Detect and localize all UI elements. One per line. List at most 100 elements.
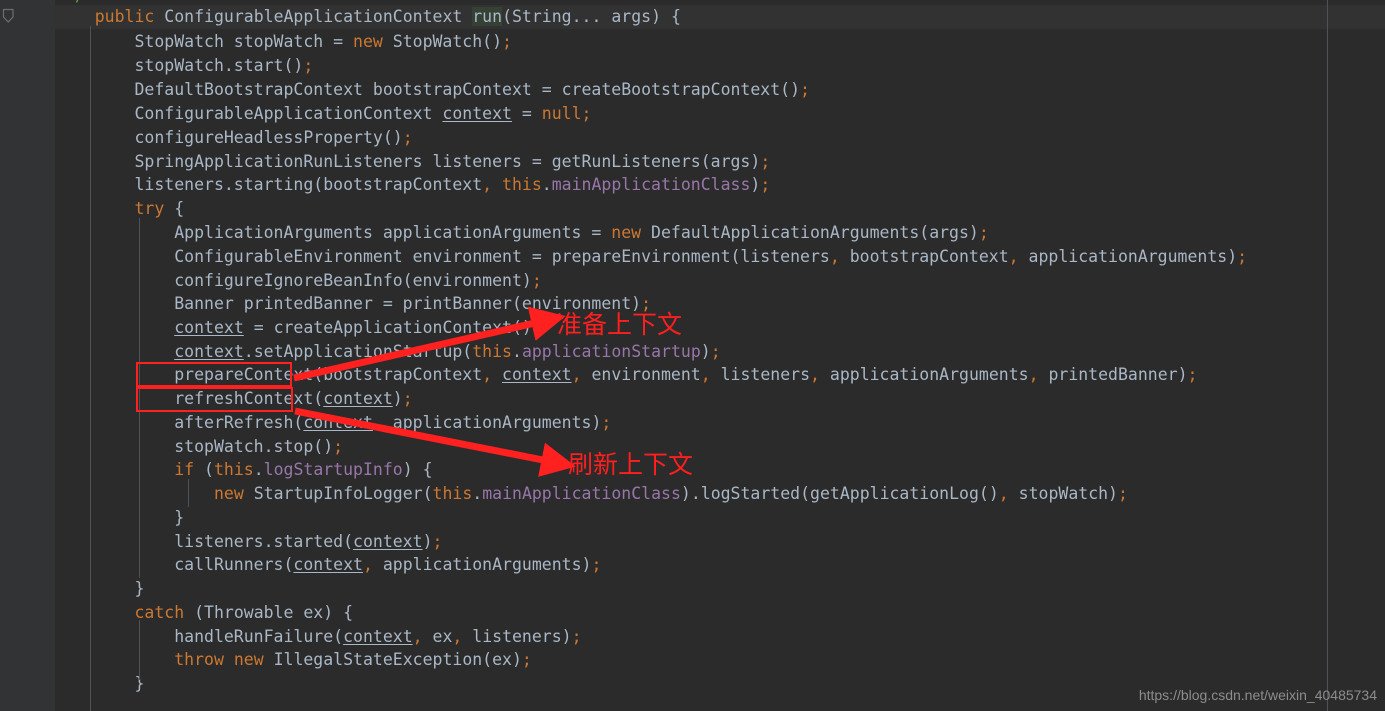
code-token: } [55,508,185,527]
code-token: this [502,175,542,194]
indent-guide [188,479,189,507]
code-token: = [511,104,542,123]
editor-gutter[interactable] [0,0,56,711]
code-token: context [442,104,512,123]
code-token: ; [710,342,721,361]
code-token: , [482,175,493,194]
code-content[interactable]: */ public ConfigurableApplicationContext… [55,0,1385,711]
code-line[interactable]: callRunners(context, applicationArgument… [55,553,601,577]
code-token: ; [531,318,542,337]
code-token: . [253,460,264,479]
code-token: listeners) [462,627,572,646]
code-line[interactable]: try { [55,197,184,221]
code-token: ; [402,128,413,147]
code-line[interactable]: SpringApplicationRunListeners listeners … [55,150,770,174]
code-token: SpringApplicationRunListeners listeners … [55,152,761,171]
code-token: , [571,365,582,384]
code-token: } [55,579,145,598]
code-token: ).logStarted(getApplicationLog() [680,484,999,503]
code-token: stopWatch) [1008,484,1118,503]
code-line[interactable]: context = createApplicationContext(); [55,316,542,340]
code-token: StopWatch stopWatch = [55,32,354,51]
code-token: ConfigurableEnvironment environment = pr… [55,247,830,266]
code-line[interactable]: ConfigurableEnvironment environment = pr… [55,245,1247,269]
code-line[interactable]: listeners.started(context); [55,530,442,554]
code-token: null [541,104,582,123]
code-token: environment [581,365,701,384]
code-token: DefaultBootstrapContext bootstrapContext… [55,80,801,99]
code-token: new [353,32,383,51]
code-token: { [164,199,185,218]
code-line[interactable]: public ConfigurableApplicationContext ru… [55,5,1385,29]
code-line[interactable]: ApplicationArguments applicationArgument… [55,221,989,245]
code-token: , [829,247,840,266]
watermark-text: https://blog.csdn.net/weixin_40485734 [1138,687,1377,703]
right-margin-guide [1327,0,1328,711]
code-line[interactable]: configureIgnoreBeanInfo(environment); [55,269,542,293]
refresh-context-highlight [136,387,293,412]
code-token: ; [1187,365,1198,384]
code-token: ; [601,413,612,432]
indent-guide [90,26,91,711]
code-line[interactable]: if (this.logStartupInfo) { [55,458,432,482]
code-token: ; [581,104,592,123]
code-token: ; [591,555,602,574]
code-token: applicationStartup [521,342,701,361]
code-token: configureIgnoreBeanInfo(environment) [55,271,532,290]
code-token: .setApplicationStartup( [243,342,473,361]
code-line[interactable]: handleRunFailure(context, ex, listeners)… [55,625,581,649]
code-token: printedBanner) [1038,365,1188,384]
code-token: , [810,365,820,384]
indent-guide [139,620,140,680]
code-token: , [998,484,1009,503]
code-token: context [323,389,393,408]
code-token: , [372,413,383,432]
code-token: ( [194,460,214,479]
code-token: this [432,484,473,503]
code-token: Banner printedBanner = printBanner(envir… [55,294,642,313]
code-line[interactable]: } [55,672,144,696]
code-token: ; [432,532,443,551]
code-token: ; [800,80,810,99]
code-token: ex [422,627,453,646]
code-token: context [293,555,363,574]
code-token: logStartupInfo [263,460,403,479]
code-line[interactable]: } [55,577,144,601]
code-token: StartupInfoLogger( [243,484,433,503]
code-line[interactable]: stopWatch.start(); [55,54,313,78]
code-line[interactable]: } [55,506,184,530]
code-token: . [541,175,552,194]
code-token: . [512,342,522,361]
code-token: throw [174,650,224,669]
code-line[interactable]: configureHeadlessProperty(); [55,126,413,150]
code-token: new [213,484,244,503]
code-token: , [1028,365,1039,384]
code-editor[interactable]: */ public ConfigurableApplicationContext… [0,0,1385,711]
code-token: ; [502,32,512,51]
code-line[interactable]: new StartupInfoLogger(this.mainApplicati… [55,482,1128,506]
code-fold-arrow-icon[interactable] [2,8,15,24]
code-token: stopWatch.start() [55,56,304,75]
code-token: (Throwable ex) { [184,603,354,622]
code-line[interactable]: throw new IllegalStateException(ex); [55,648,532,672]
code-token: ; [333,437,344,456]
code-line[interactable]: stopWatch.stop(); [55,435,343,459]
code-line[interactable]: StopWatch stopWatch = new StopWatch(); [55,30,512,54]
code-token: ) [422,532,433,551]
code-token: ; [521,650,532,669]
code-token: this [472,342,512,361]
code-token: context [353,532,423,551]
prepare-context-label: 准备上下文 [557,310,683,339]
code-line[interactable]: catch (Throwable ex) { [55,601,353,625]
code-token: applicationArguments [819,365,1029,384]
code-line[interactable]: listeners.starting(bootstrapContext, thi… [55,173,770,197]
code-token: , [700,365,711,384]
code-token: handleRunFailure( [55,627,344,646]
code-token: (String... args) { [502,7,681,26]
code-token: ) [700,342,711,361]
code-line[interactable]: ConfigurableApplicationContext context =… [55,102,591,126]
code-line[interactable]: DefaultBootstrapContext bootstrapContext… [55,78,810,102]
code-line[interactable]: context.setApplicationStartup(this.appli… [55,340,721,364]
